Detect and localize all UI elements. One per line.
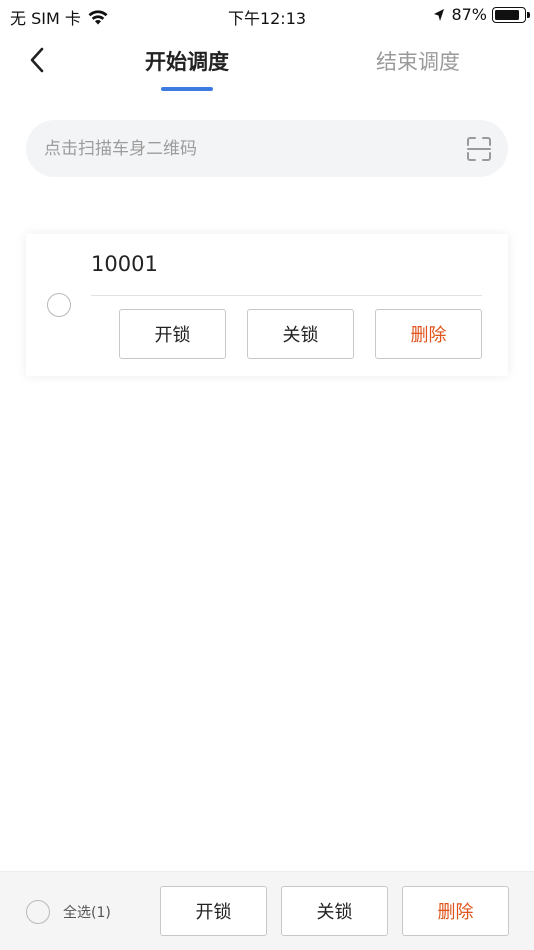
bulk-lock-button[interactable]: 关锁 [281,886,388,936]
vehicle-select-radio[interactable] [47,293,71,317]
location-arrow-icon [434,8,445,21]
scan-button[interactable] [466,136,492,162]
vehicle-card: 10001 开锁 关锁 删除 [26,234,508,376]
battery-percent: 87% [451,5,487,24]
scan-qr-icon [467,137,491,161]
vehicle-delete-button[interactable]: 删除 [375,309,482,359]
active-tab-indicator [161,87,213,91]
vehicle-id: 10001 [91,252,158,276]
scan-search-bar [26,120,508,177]
battery-fill [495,9,520,20]
status-bar: 无 SIM 卡 下午12:13 87% [0,0,534,30]
bulk-delete-button[interactable]: 删除 [402,886,509,936]
tab-start-dispatch[interactable]: 开始调度 [145,46,229,76]
bottom-action-bar: 全选(1) 开锁 关锁 删除 [0,871,534,950]
status-right: 87% [433,5,530,24]
back-button[interactable] [22,44,52,76]
vehicle-lock-button[interactable]: 关锁 [247,309,354,359]
bulk-unlock-button[interactable]: 开锁 [160,886,267,936]
select-all-label[interactable]: 全选(1) [63,902,111,922]
divider [91,295,482,296]
tab-end-dispatch[interactable]: 结束调度 [373,46,463,76]
chevron-left-icon [30,47,44,73]
scan-qr-input[interactable] [44,120,444,177]
battery-icon [492,6,530,23]
select-all-radio[interactable] [26,900,50,924]
vehicle-unlock-button[interactable]: 开锁 [119,309,226,359]
